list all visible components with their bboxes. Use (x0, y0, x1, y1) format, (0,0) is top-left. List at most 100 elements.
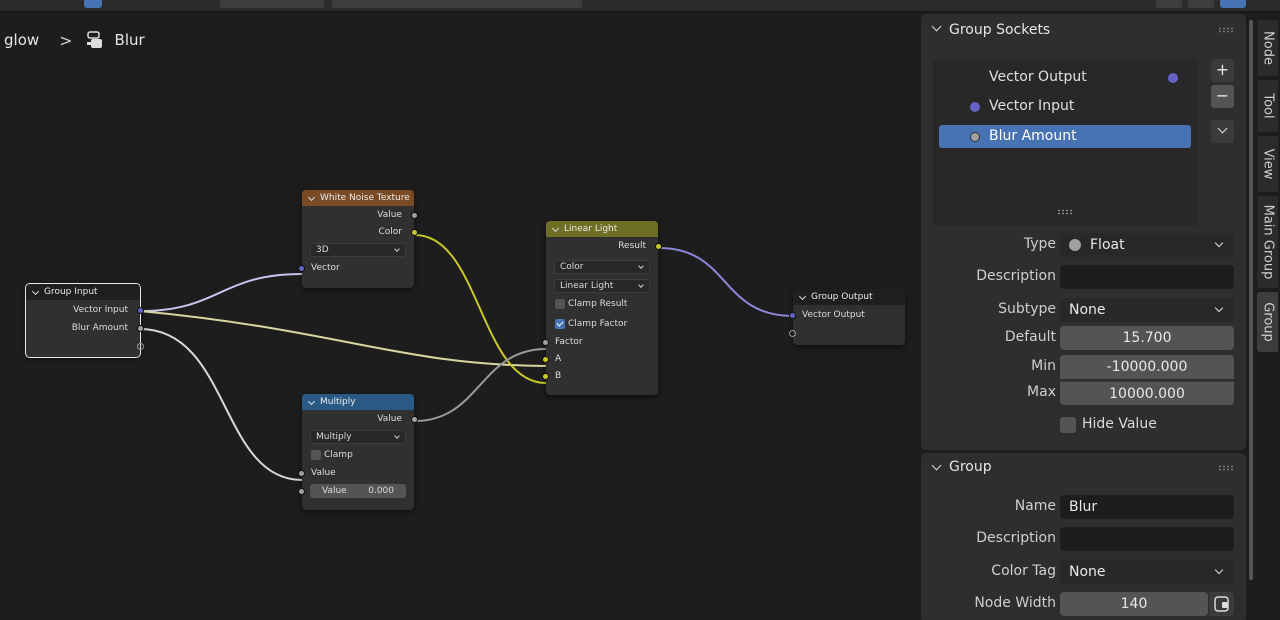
tab-view[interactable]: View (1257, 136, 1278, 192)
socket-row: Vector Output (789, 306, 905, 324)
node-width-field[interactable]: 140 (1060, 592, 1208, 616)
clamp-checkbox[interactable]: Clamp (302, 446, 414, 464)
node-header[interactable]: White Noise Texture (302, 190, 414, 206)
header-icon-button[interactable] (1156, 0, 1182, 8)
sidebar-toggle-button[interactable] (1220, 0, 1246, 8)
specials-menu-button[interactable] (1211, 120, 1234, 143)
group-panel: Group Name Blur Description Color Tag No… (921, 453, 1246, 620)
type-dropdown[interactable]: Float (1060, 233, 1234, 257)
float-socket-icon (970, 132, 980, 142)
sidebar-tabs: Node Tool View Main Group Group (1255, 12, 1280, 620)
plus-icon: + (1215, 60, 1230, 79)
group-output-node[interactable]: Group Output Vector Output (789, 289, 905, 345)
socket-row: Factor (542, 333, 658, 351)
grip-icon[interactable] (1218, 465, 1234, 471)
reset-width-button[interactable] (1209, 592, 1234, 616)
hide-value-label[interactable]: Hide Value (1082, 416, 1157, 432)
color-socket[interactable] (542, 373, 549, 380)
operation-dropdown[interactable]: Multiply (310, 430, 406, 444)
tab-main-group[interactable]: Main Group (1257, 196, 1278, 288)
tab-group[interactable]: Group (1257, 292, 1278, 352)
vector-socket-icon (1168, 73, 1178, 83)
max-label: Max (1027, 384, 1056, 400)
vector-socket[interactable] (298, 265, 305, 272)
color-socket[interactable] (411, 229, 418, 236)
list-item[interactable]: Vector Input (939, 95, 1191, 118)
hide-value-checkbox[interactable] (1060, 417, 1076, 433)
tab-tool[interactable]: Tool (1257, 80, 1278, 132)
vector-socket[interactable] (137, 307, 144, 314)
node-header[interactable]: Multiply (302, 394, 414, 410)
description-label: Description (976, 530, 1056, 546)
node-header[interactable]: Group Output (793, 289, 905, 305)
description-field[interactable] (1060, 527, 1234, 551)
default-label: Default (1004, 329, 1056, 345)
white-noise-node[interactable]: White Noise Texture Value Color 3D Vecto… (298, 190, 418, 288)
color-tag-dropdown[interactable]: None (1060, 560, 1234, 584)
type-label: Type (1023, 236, 1056, 252)
socket-row: A (542, 350, 658, 368)
node-width-icon (1214, 596, 1229, 612)
group-input-node[interactable]: Group Input Vector Input Blur Amount (25, 283, 144, 358)
link-result-to-output (658, 247, 794, 317)
link-vector-to-noise (139, 273, 303, 312)
panel-title[interactable]: Group Sockets (949, 22, 1050, 38)
socket-row: Color (302, 223, 418, 241)
list-item[interactable]: Vector Output (939, 66, 1191, 89)
min-label: Min (1031, 358, 1056, 374)
color-socket[interactable] (542, 356, 549, 363)
node-header[interactable]: Group Input (26, 284, 140, 300)
tab-node[interactable]: Node (1257, 20, 1278, 76)
blend-mode-dropdown[interactable]: Linear Light (554, 279, 650, 293)
min-field[interactable]: -10000.000 (1060, 355, 1234, 379)
chevron-down-icon[interactable] (931, 21, 942, 32)
dimensions-dropdown[interactable]: 3D (310, 243, 406, 257)
clamp-result-checkbox[interactable]: Clamp Result (546, 295, 658, 313)
description-field[interactable] (1060, 265, 1234, 289)
sidebar-scrollbar[interactable] (1249, 20, 1253, 580)
vector-socket[interactable] (789, 312, 796, 319)
multiply-node[interactable]: Multiply Value Multiply Clamp Value Valu… (298, 394, 418, 510)
name-field[interactable]: Blur (1060, 495, 1234, 519)
float-socket[interactable] (411, 416, 418, 423)
group-sockets-panel: Group Sockets Vector Output Vector Input… (921, 14, 1246, 450)
panel-title[interactable]: Group (949, 459, 992, 475)
default-field[interactable]: 15.700 (1060, 326, 1234, 350)
chevron-down-icon[interactable] (931, 460, 942, 471)
float-socket[interactable] (137, 325, 144, 332)
link-multiply-to-factor (414, 348, 547, 422)
node-header[interactable]: Linear Light (546, 221, 658, 237)
float-socket[interactable] (298, 470, 305, 477)
socket-row: Value (302, 206, 418, 224)
socket-row: Vector (298, 259, 414, 277)
empty-socket[interactable] (789, 330, 796, 337)
sockets-list[interactable]: Vector Output Vector Input Blur Amount (933, 59, 1198, 226)
color-socket[interactable] (655, 243, 662, 250)
float-socket[interactable] (298, 488, 305, 495)
list-item-active[interactable]: Blur Amount (939, 125, 1191, 148)
add-socket-button[interactable]: + (1211, 59, 1234, 82)
checkbox-checked-icon[interactable] (555, 319, 565, 329)
subtype-dropdown[interactable]: None (1060, 298, 1234, 322)
link-blur-to-multiply (139, 328, 303, 481)
float-socket[interactable] (411, 212, 418, 219)
socket-row: Vector Input (26, 301, 144, 319)
float-socket[interactable] (542, 339, 549, 346)
header-icon-button[interactable] (1188, 0, 1214, 8)
chevron-down-icon (1217, 123, 1228, 134)
linear-light-node[interactable]: Linear Light Result Color Linear Light C… (542, 221, 662, 395)
remove-socket-button[interactable]: − (1211, 85, 1234, 108)
max-field[interactable]: 10000.000 (1060, 381, 1234, 405)
value-field[interactable]: Value 0.000 (310, 484, 406, 498)
resize-grip-icon[interactable] (1057, 209, 1073, 215)
grip-icon[interactable] (1218, 27, 1234, 33)
empty-socket[interactable] (137, 343, 144, 350)
socket-row: Value (302, 410, 418, 428)
socket-row: Result (546, 237, 662, 255)
clamp-factor-checkbox[interactable]: Clamp Factor (546, 315, 658, 333)
minus-icon: − (1215, 86, 1230, 105)
checkbox-icon[interactable] (311, 450, 321, 460)
link-color-to-b (414, 234, 547, 384)
data-type-dropdown[interactable]: Color (554, 260, 650, 274)
checkbox-icon[interactable] (555, 299, 565, 309)
